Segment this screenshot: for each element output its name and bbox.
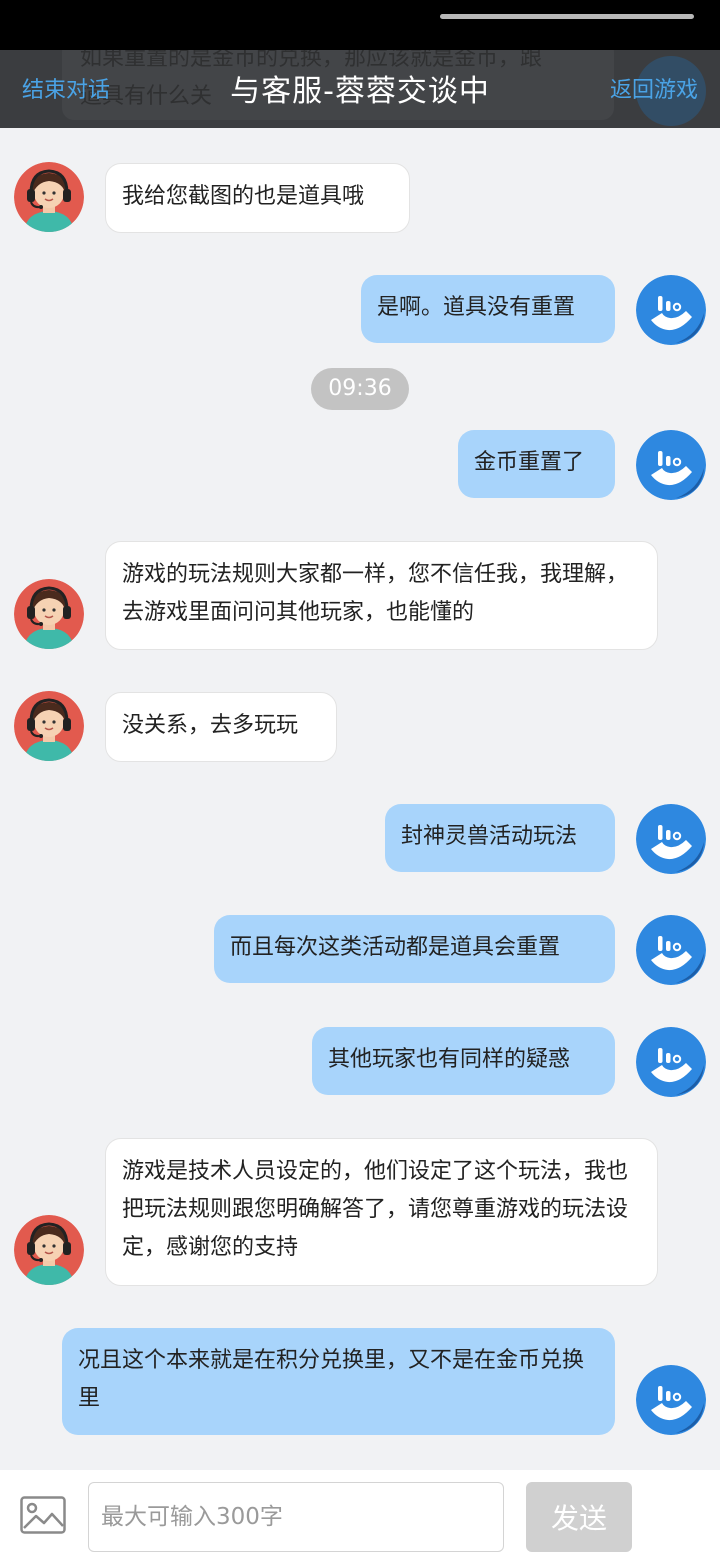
phone-logo-avatar-icon — [636, 1365, 706, 1435]
message-input[interactable] — [88, 1482, 504, 1552]
agent-message: 游戏的玩法规则大家都一样，您不信任我，我理解，去游戏里面问问其他玩家，也能懂的 — [105, 541, 658, 650]
user-message: 是啊。道具没有重置 — [361, 275, 615, 343]
agent-message: 没关系，去多玩玩 — [105, 692, 337, 762]
phone-logo-avatar-icon — [636, 915, 706, 985]
message-text: 游戏的玩法规则大家都一样，您不信任我，我理解，去游戏里面问问其他玩家，也能懂的 — [122, 562, 629, 625]
phone-logo-avatar-icon — [636, 804, 706, 874]
agent-message: 我给您截图的也是道具哦 — [105, 163, 410, 233]
timestamp-divider: 09:36 — [311, 368, 409, 410]
phone-logo-avatar-icon — [636, 1027, 706, 1097]
agent-headset-avatar-icon — [14, 691, 84, 761]
message-text: 其他玩家也有同样的疑惑 — [328, 1047, 571, 1072]
agent-message: 游戏是技术人员设定的，他们设定了这个玩法，我也把玩法规则跟您明确解答了，请您尊重… — [105, 1138, 658, 1286]
gesture-pill — [440, 14, 694, 19]
phone-logo-avatar-icon — [636, 430, 706, 500]
phone-logo-avatar-icon — [636, 275, 706, 345]
chat-header: 如果重置的是金币的兑换，那应该就是金币，跟 道具有什么关 结束对话 与客服-蓉蓉… — [0, 50, 720, 128]
message-text: 是啊。道具没有重置 — [377, 295, 576, 320]
return-to-game-button[interactable]: 返回游戏 — [610, 72, 698, 104]
image-picker-icon[interactable] — [20, 1496, 66, 1534]
message-composer: 发送 — [0, 1470, 720, 1560]
message-text: 没关系，去多玩玩 — [122, 713, 299, 738]
message-text: 而且每次这类活动都是道具会重置 — [230, 935, 561, 960]
agent-headset-avatar-icon — [14, 162, 84, 232]
user-message: 而且每次这类活动都是道具会重置 — [214, 915, 615, 983]
message-text: 况且这个本来就是在积分兑换里，又不是在金币兑换里 — [78, 1348, 585, 1411]
message-text: 游戏是技术人员设定的，他们设定了这个玩法，我也把玩法规则跟您明确解答了，请您尊重… — [122, 1159, 629, 1260]
user-message: 况且这个本来就是在积分兑换里，又不是在金币兑换里 — [62, 1328, 615, 1435]
message-text: 封神灵兽活动玩法 — [401, 824, 578, 849]
status-bar — [0, 0, 720, 50]
agent-headset-avatar-icon — [14, 579, 84, 649]
agent-headset-avatar-icon — [14, 1215, 84, 1285]
send-button[interactable]: 发送 — [526, 1482, 632, 1552]
user-message: 金币重置了 — [458, 430, 615, 498]
user-message: 其他玩家也有同样的疑惑 — [312, 1027, 615, 1095]
user-message: 封神灵兽活动玩法 — [385, 804, 615, 872]
message-text: 金币重置了 — [474, 450, 585, 475]
message-text: 我给您截图的也是道具哦 — [122, 184, 365, 209]
